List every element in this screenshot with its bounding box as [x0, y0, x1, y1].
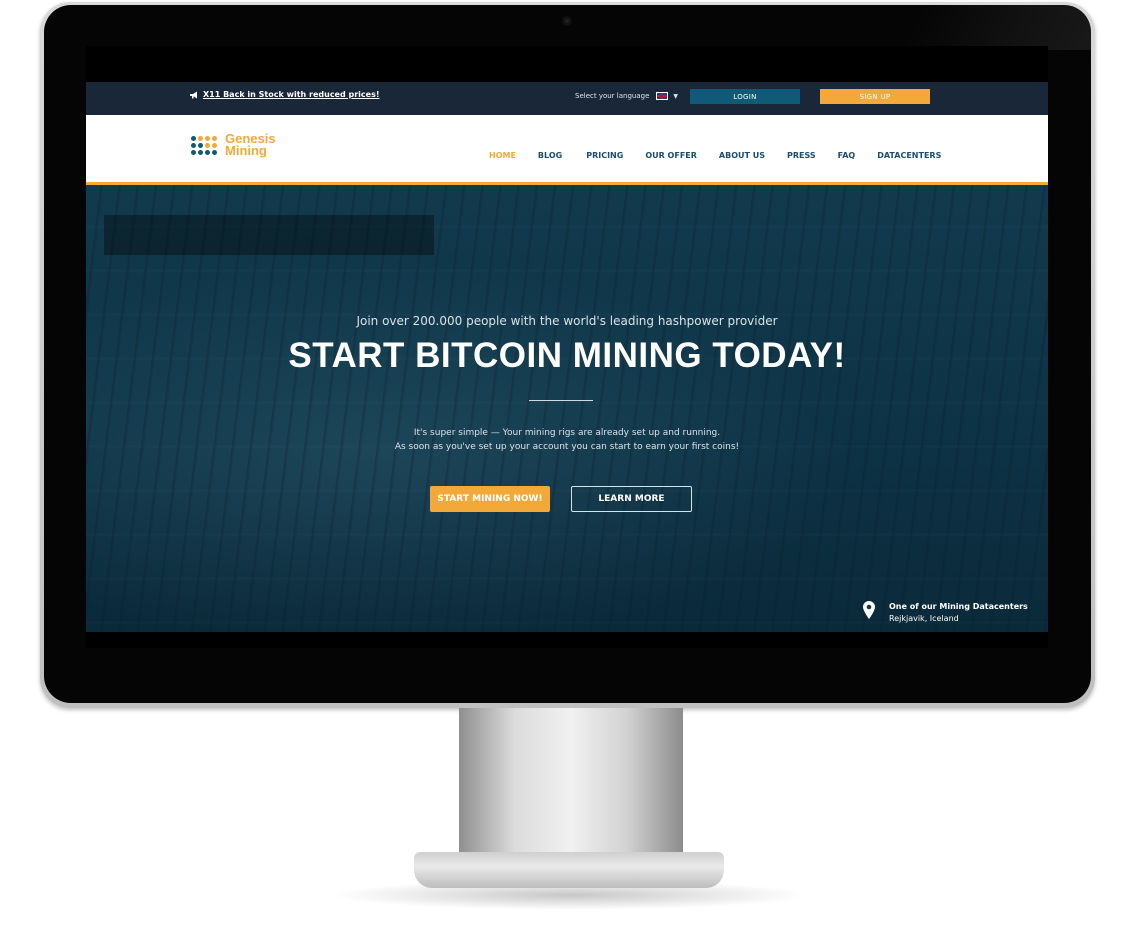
- hero-subheading: Join over 200.000 people with the world'…: [356, 314, 778, 328]
- nav-datacenters[interactable]: DATACENTERS: [877, 151, 941, 160]
- rack-shelf-shape: [104, 215, 434, 255]
- learn-more-button[interactable]: LEARN MORE: [571, 486, 692, 512]
- language-selector[interactable]: Select your language ▼: [575, 92, 678, 100]
- nav-home[interactable]: HOME: [489, 151, 516, 160]
- hero-description-line-2: As soon as you've set up your account yo…: [394, 442, 740, 452]
- megaphone-icon: [190, 91, 197, 98]
- hero-description: It's super simple — Your mining rigs are…: [86, 426, 1048, 454]
- nav-about-us[interactable]: ABOUT US: [719, 151, 765, 160]
- nav-pricing[interactable]: PRICING: [586, 151, 623, 160]
- monitor-stand-neck: [459, 708, 683, 864]
- map-pin-icon: [863, 601, 875, 619]
- hero-divider: [529, 400, 593, 401]
- location-text: One of our Mining Datacenters Rejkjavik,…: [889, 601, 1028, 625]
- chevron-down-icon: ▼: [673, 92, 678, 100]
- location-place: Rejkjavik, Iceland: [889, 614, 959, 623]
- nav-faq[interactable]: FAQ: [838, 151, 856, 160]
- location-title: One of our Mining Datacenters: [889, 602, 1028, 611]
- top-bar: X11 Back in Stock with reduced prices! S…: [86, 82, 1048, 115]
- stock-notice-text: X11 Back in Stock with reduced prices!: [203, 90, 380, 99]
- login-button[interactable]: LOGIN: [690, 89, 800, 104]
- stock-notice-link[interactable]: X11 Back in Stock with reduced prices!: [190, 90, 379, 99]
- logo-text: Genesis Mining: [225, 132, 276, 158]
- website-screen: X11 Back in Stock with reduced prices! S…: [86, 46, 1048, 648]
- logo-dots-icon: [191, 135, 217, 155]
- uk-flag-icon: [656, 92, 669, 100]
- monitor-stand-base: [414, 852, 724, 888]
- logo-line-2: Mining: [225, 143, 267, 158]
- bezel-gloss: [900, 5, 1091, 50]
- signup-button[interactable]: SIGN UP: [820, 89, 930, 104]
- language-label: Select your language: [575, 92, 650, 100]
- nav-our-offer[interactable]: OUR OFFER: [645, 151, 697, 160]
- genesis-mining-logo[interactable]: Genesis Mining: [191, 132, 276, 158]
- hero-description-line-1: It's super simple — Your mining rigs are…: [413, 428, 721, 438]
- start-mining-button[interactable]: START MINING NOW!: [430, 486, 550, 512]
- site-header: Genesis Mining HOME BLOG PRICING OUR OFF…: [86, 115, 1048, 185]
- nav-blog[interactable]: BLOG: [538, 151, 562, 160]
- camera-icon: [563, 17, 571, 25]
- nav-press[interactable]: PRESS: [787, 151, 816, 160]
- main-nav: HOME BLOG PRICING OUR OFFER ABOUT US PRE…: [489, 151, 941, 160]
- hero-title: START BITCOIN MINING TODAY!: [288, 336, 846, 375]
- datacenter-location: One of our Mining Datacenters Rejkjavik,…: [863, 601, 1028, 625]
- hero-section: Join over 200.000 people with the world'…: [86, 185, 1048, 632]
